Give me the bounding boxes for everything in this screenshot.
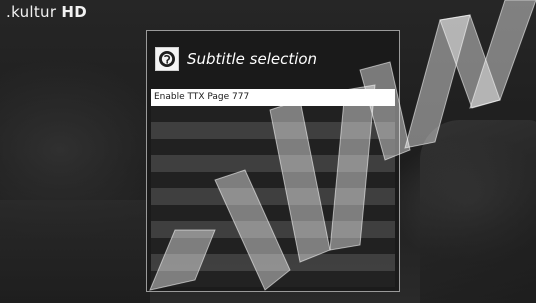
- list-item[interactable]: [151, 188, 395, 205]
- list-item[interactable]: [151, 221, 395, 238]
- channel-logo-name: .kultur: [6, 3, 57, 21]
- watermark-stroke: [469, 0, 536, 109]
- tv-screen: .kultur HD Subtitle selection Enable TTX…: [0, 0, 536, 303]
- list-item[interactable]: [151, 270, 395, 287]
- video-background-shadow: [0, 200, 150, 303]
- video-background-figure: [420, 120, 536, 303]
- channel-logo-suffix: HD: [61, 3, 88, 21]
- list-item-selected[interactable]: Enable TTX Page 777: [151, 89, 395, 106]
- list-item[interactable]: [151, 122, 395, 139]
- subtitle-icon: [155, 47, 179, 71]
- dialog-header: Subtitle selection: [155, 45, 317, 73]
- list-item[interactable]: [151, 155, 395, 172]
- list-item[interactable]: [151, 171, 395, 188]
- list-item[interactable]: [151, 237, 395, 254]
- channel-logo: .kultur HD: [6, 3, 87, 21]
- list-item[interactable]: [151, 204, 395, 221]
- dialog-title: Subtitle selection: [187, 50, 318, 68]
- list-item[interactable]: [151, 138, 395, 155]
- list-item[interactable]: [151, 254, 395, 271]
- list-item[interactable]: [151, 105, 395, 122]
- subtitle-options-list: Enable TTX Page 777: [151, 89, 395, 287]
- subtitle-selection-dialog: Subtitle selection Enable TTX Page 777: [146, 30, 400, 292]
- watermark-stroke: [439, 14, 501, 109]
